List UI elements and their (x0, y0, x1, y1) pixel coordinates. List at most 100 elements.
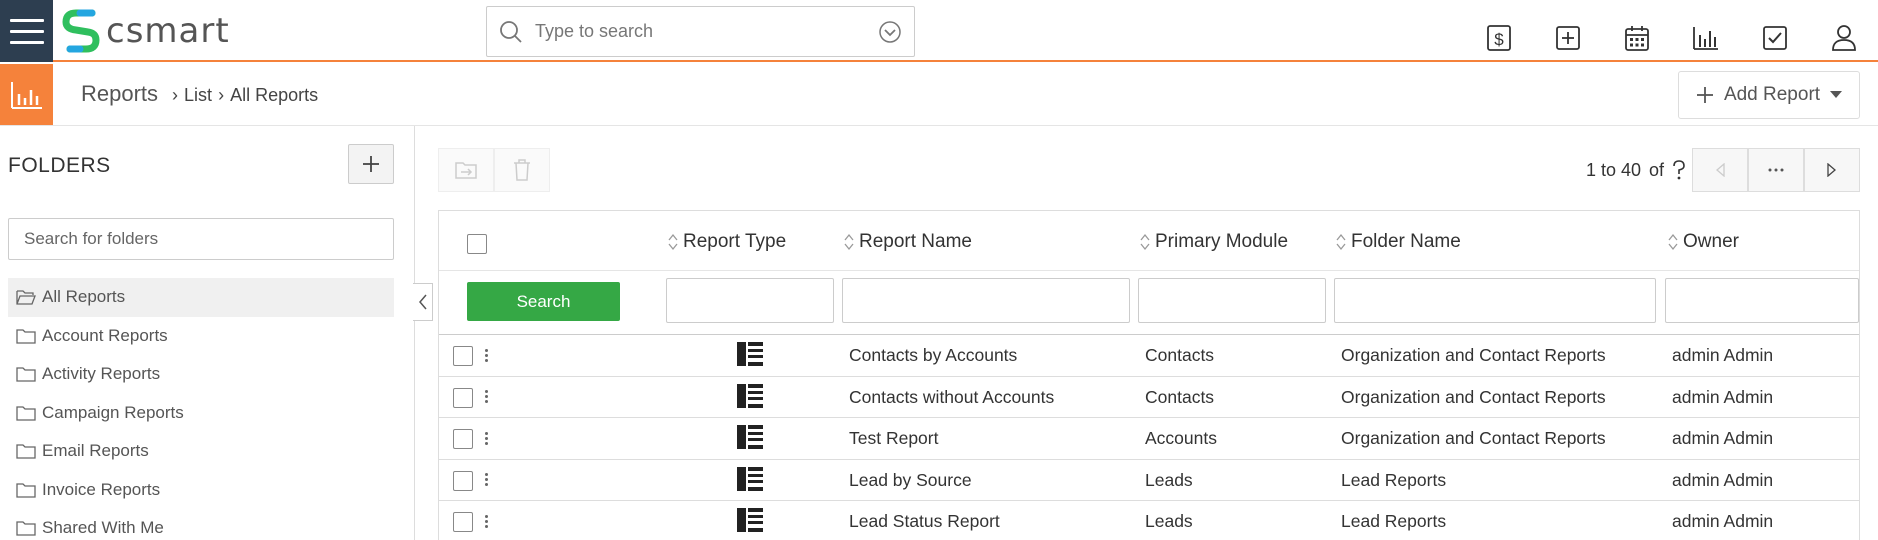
folders-sidebar: FOLDERS All Reports Account Reports Acti… (0, 126, 415, 540)
pager-text: 1 to 40 of (1586, 160, 1686, 181)
row-checkbox[interactable] (453, 346, 473, 366)
folder-label: Email Reports (42, 441, 149, 461)
delete-button[interactable] (494, 148, 550, 192)
add-report-button[interactable]: Add Report (1678, 71, 1860, 119)
next-page-button[interactable] (1804, 148, 1860, 192)
select-all-checkbox[interactable] (467, 234, 487, 254)
row-actions-icon[interactable] (481, 386, 491, 408)
column-header-folder-name[interactable]: Folder Name (1335, 231, 1461, 253)
folder-icon (16, 521, 36, 536)
prev-page-button[interactable] (1692, 148, 1748, 192)
table-row[interactable]: Lead Status Report Leads Lead Reports ad… (439, 501, 1859, 540)
row-checkbox[interactable] (453, 470, 473, 491)
folder-item-invoice-reports[interactable]: Invoice Reports (8, 471, 394, 510)
cell-primary-module: Contacts (1145, 386, 1215, 407)
search-button[interactable]: Search (467, 282, 620, 321)
sort-icon (1668, 233, 1678, 251)
column-header-owner[interactable]: Owner (1667, 231, 1739, 253)
folder-label: Shared With Me (42, 518, 164, 538)
row-checkbox[interactable] (453, 512, 473, 532)
search-icon (500, 20, 522, 43)
filter-owner[interactable] (1665, 278, 1859, 323)
folder-item-all-reports[interactable]: All Reports (8, 278, 394, 317)
folder-item-account-reports[interactable]: Account Reports (8, 317, 394, 356)
cell-primary-module: Leads (1145, 469, 1193, 490)
folder-label: Account Reports (42, 325, 168, 345)
reports-main: 1 to 40 of Report Type Report Name Prima… (436, 126, 1860, 540)
table-row[interactable]: Contacts by Accounts Contacts Organizati… (439, 335, 1859, 377)
breadcrumb-item-list[interactable]: List (184, 85, 212, 106)
cell-folder-name: Lead Reports (1341, 511, 1447, 531)
chevron-down-circle-icon[interactable] (878, 20, 902, 44)
filter-folder-name[interactable] (1334, 278, 1656, 323)
table-row[interactable]: Test Report Accounts Organization and Co… (439, 418, 1859, 460)
cell-primary-module: Leads (1145, 511, 1193, 531)
plus-icon (1696, 87, 1713, 103)
chevron-right-icon (1827, 163, 1836, 177)
move-to-folder-button[interactable] (438, 148, 494, 192)
tabular-report-icon (737, 425, 763, 449)
svg-text:$: $ (1494, 30, 1504, 49)
menu-icon[interactable] (0, 0, 53, 62)
cell-owner: admin Admin (1672, 511, 1774, 531)
module-header: Reports › List › All Reports Add Report (0, 64, 1878, 126)
caret-down-icon (1830, 91, 1843, 98)
folder-item-shared-with-me[interactable]: Shared With Me (8, 509, 394, 540)
cell-report-name[interactable]: Lead Status Report (849, 511, 1000, 532)
dollar-icon[interactable]: $ (1464, 20, 1533, 56)
cell-report-name[interactable]: Lead by Source (849, 470, 972, 491)
folder-item-email-reports[interactable]: Email Reports (8, 432, 394, 471)
folders-title: FOLDERS (8, 154, 111, 177)
filter-primary-module[interactable] (1138, 278, 1326, 323)
cell-report-name[interactable]: Contacts by Accounts (849, 345, 1017, 366)
user-icon[interactable] (1809, 20, 1878, 56)
row-actions-icon[interactable] (481, 344, 491, 366)
folder-list: All Reports Account Reports Activity Rep… (8, 278, 394, 540)
sort-icon (1336, 233, 1346, 251)
reports-module-icon[interactable] (0, 64, 53, 125)
table-row[interactable]: Contacts without Accounts Contacts Organ… (439, 377, 1859, 418)
cell-folder-name: Organization and Contact Reports (1341, 428, 1606, 448)
bar-chart-icon[interactable] (1671, 20, 1740, 56)
calendar-icon[interactable] (1602, 20, 1671, 56)
logo[interactable]: csmart (62, 6, 230, 56)
collapse-sidebar-button[interactable] (413, 283, 433, 321)
row-checkbox[interactable] (453, 387, 473, 408)
page-menu-button[interactable] (1748, 148, 1804, 192)
column-header-primary-module[interactable]: Primary Module (1139, 231, 1288, 253)
row-actions-icon[interactable] (481, 469, 491, 491)
folder-open-icon (16, 290, 36, 305)
cell-report-name[interactable]: Test Report (849, 428, 938, 449)
global-search[interactable] (486, 6, 915, 57)
row-checkbox[interactable] (453, 429, 473, 449)
pager-of: of (1648, 159, 1664, 180)
top-bar: csmart $ (0, 0, 1878, 62)
filter-report-type[interactable] (666, 278, 834, 323)
reports-table: Report Type Report Name Primary Module F… (438, 210, 1860, 540)
folder-item-campaign-reports[interactable]: Campaign Reports (8, 394, 394, 433)
plus-square-icon[interactable] (1533, 20, 1602, 56)
sort-icon (844, 233, 854, 251)
row-actions-icon[interactable] (481, 427, 491, 449)
column-header-report-name[interactable]: Report Name (843, 231, 972, 253)
cell-report-name[interactable]: Contacts without Accounts (849, 387, 1054, 408)
filter-report-name[interactable] (842, 278, 1130, 323)
row-actions-icon[interactable] (481, 510, 491, 532)
question-icon[interactable] (1672, 160, 1686, 180)
add-folder-button[interactable] (348, 144, 394, 184)
global-search-input[interactable] (535, 21, 878, 42)
folder-icon (16, 483, 36, 498)
breadcrumb-module[interactable]: Reports (81, 81, 158, 107)
tabular-report-icon (737, 466, 763, 491)
folder-search-input[interactable] (8, 218, 394, 260)
folder-item-activity-reports[interactable]: Activity Reports (8, 355, 394, 394)
column-header-report-type[interactable]: Report Type (667, 231, 786, 253)
cell-owner: admin Admin (1672, 428, 1774, 448)
table-row[interactable]: Lead by Source Leads Lead Reports admin … (439, 460, 1859, 501)
folder-label: Invoice Reports (42, 479, 161, 499)
cell-primary-module: Contacts (1145, 345, 1215, 365)
folder-icon (16, 329, 36, 344)
checkbox-icon[interactable] (1740, 20, 1809, 56)
tabular-report-icon (737, 508, 763, 532)
more-horizontal-icon (1768, 168, 1784, 172)
